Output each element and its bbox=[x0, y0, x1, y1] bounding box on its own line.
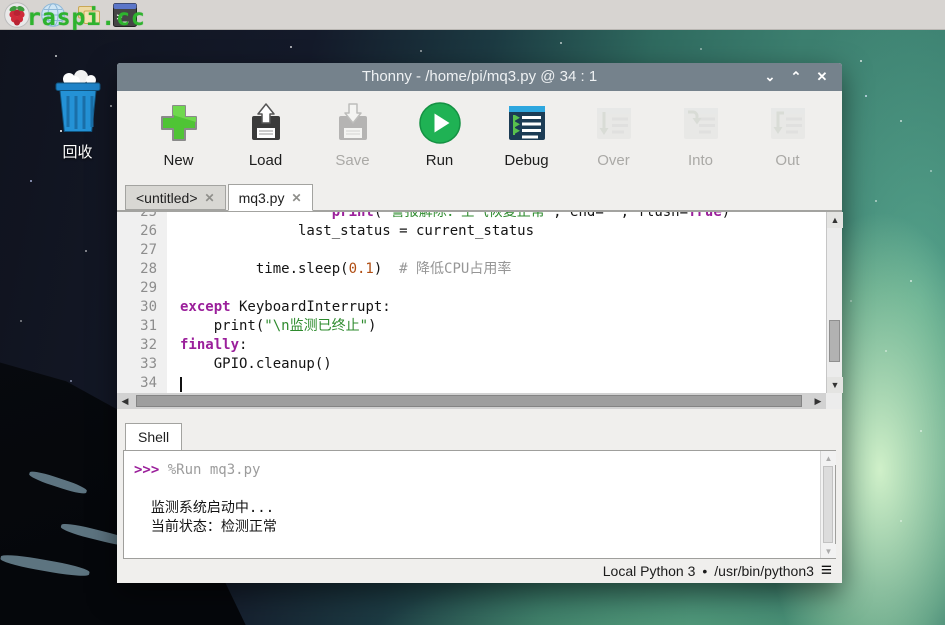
close-tab-icon[interactable]: ✕ bbox=[291, 191, 301, 205]
step-out-icon bbox=[765, 100, 811, 146]
code-line: 28 time.sleep(0.1) # 降低CPU占用率 bbox=[117, 260, 826, 279]
statusbar: Local Python 3 • /usr/bin/python3 ≡ bbox=[117, 559, 842, 583]
window-title: Thonny - /home/pi/mq3.py @ 34 : 1 bbox=[117, 63, 842, 91]
code-line: 27 bbox=[117, 241, 826, 260]
scrollbar-corner bbox=[826, 393, 842, 409]
close-button[interactable]: ✕ bbox=[814, 69, 830, 85]
code-line: 30except KeyboardInterrupt: bbox=[117, 298, 826, 317]
code-line: 29 bbox=[117, 279, 826, 298]
code-line: 31 print("\n监测已终止") bbox=[117, 317, 826, 336]
step-out-button: Out bbox=[744, 91, 831, 182]
shell-panel[interactable]: >>> %Run mq3.py 监测系统启动中... 当前状态：检测正常 ▲ ▼ bbox=[123, 450, 836, 559]
shell-line: 当前状态：检测正常 bbox=[134, 518, 820, 537]
editor-tabbar: <untitled> ✕ mq3.py ✕ bbox=[117, 182, 842, 211]
shell-scrollbar[interactable]: ▲ ▼ bbox=[820, 451, 835, 558]
desktop: >_ raspi.cc 回收 Thonny - /home/pi/mq3.py … bbox=[0, 0, 945, 625]
interpreter-path: /usr/bin/python3 bbox=[714, 563, 814, 579]
debug-icon bbox=[504, 100, 550, 146]
editor-horizontal-scrollbar[interactable]: ◀ ▶ bbox=[117, 393, 826, 409]
watermark: raspi.cc bbox=[27, 5, 146, 31]
load-file-icon bbox=[243, 100, 289, 146]
scrollbar-thumb[interactable] bbox=[829, 320, 840, 362]
scroll-right-arrow[interactable]: ▶ bbox=[810, 393, 826, 409]
scroll-down-arrow[interactable]: ▼ bbox=[827, 377, 843, 393]
interpreter-label: Local Python 3 bbox=[603, 563, 696, 579]
recycle-bin-label: 回收 bbox=[30, 141, 125, 162]
tab-shell[interactable]: Shell bbox=[125, 423, 182, 450]
shell-tabbar: Shell bbox=[117, 420, 842, 450]
minimize-button[interactable]: ⌄ bbox=[762, 69, 778, 85]
scroll-up-arrow[interactable]: ▲ bbox=[827, 212, 843, 228]
toolbar: New Load bbox=[117, 91, 842, 182]
shell-line: 监测系统启动中... bbox=[134, 499, 820, 518]
step-into-button: Into bbox=[657, 91, 744, 182]
tab-mq3-py[interactable]: mq3.py ✕ bbox=[228, 184, 313, 211]
menu-icon[interactable]: ≡ bbox=[821, 561, 832, 581]
code-editor[interactable]: 25 print("警报解除：空气恢复正常", end="", flush=Tr… bbox=[117, 211, 842, 409]
maximize-button[interactable]: ⌃ bbox=[788, 69, 804, 85]
step-into-icon bbox=[678, 100, 724, 146]
save-button: Save bbox=[309, 91, 396, 182]
run-button[interactable]: Run bbox=[396, 91, 483, 182]
scrollbar-thumb[interactable] bbox=[823, 466, 833, 543]
scrollbar-thumb[interactable] bbox=[136, 395, 802, 407]
shell-line: >>> %Run mq3.py bbox=[134, 461, 820, 480]
save-file-icon bbox=[330, 100, 376, 146]
editor-lines: 25 print("警报解除：空气恢复正常", end="", flush=Tr… bbox=[117, 212, 826, 393]
tab-untitled[interactable]: <untitled> ✕ bbox=[125, 185, 226, 210]
titlebar[interactable]: Thonny - /home/pi/mq3.py @ 34 : 1 ⌄ ⌃ ✕ bbox=[117, 63, 842, 91]
scroll-left-arrow[interactable]: ◀ bbox=[117, 393, 133, 409]
code-line: 33 GPIO.cleanup() bbox=[117, 355, 826, 374]
recycle-bin[interactable]: 回收 bbox=[30, 70, 125, 162]
close-tab-icon[interactable]: ✕ bbox=[205, 191, 215, 205]
shell-output: >>> %Run mq3.py 监测系统启动中... 当前状态：检测正常 bbox=[124, 451, 820, 558]
editor-vertical-scrollbar[interactable]: ▲ ▼ bbox=[826, 212, 842, 393]
load-button[interactable]: Load bbox=[222, 91, 309, 182]
code-line: 32finally: bbox=[117, 336, 826, 355]
scroll-up-arrow[interactable]: ▲ bbox=[821, 451, 836, 465]
raspberry-menu-icon[interactable] bbox=[3, 1, 30, 28]
new-file-icon bbox=[156, 100, 202, 146]
debug-button[interactable]: Debug bbox=[483, 91, 570, 182]
text-cursor bbox=[180, 377, 182, 392]
code-line: 26 last_status = current_status bbox=[117, 222, 826, 241]
new-button[interactable]: New bbox=[135, 91, 222, 182]
scroll-down-arrow[interactable]: ▼ bbox=[821, 544, 836, 558]
shell-line bbox=[134, 480, 820, 499]
thonny-window: Thonny - /home/pi/mq3.py @ 34 : 1 ⌄ ⌃ ✕ … bbox=[117, 63, 842, 583]
code-line: 34 bbox=[117, 374, 826, 393]
step-over-button: Over bbox=[570, 91, 657, 182]
step-over-icon bbox=[591, 100, 637, 146]
run-icon bbox=[417, 100, 463, 146]
trash-can-icon bbox=[51, 70, 105, 134]
statusbar-separator: • bbox=[702, 563, 707, 579]
code-line: 25 print("警报解除：空气恢复正常", end="", flush=Tr… bbox=[117, 212, 826, 222]
